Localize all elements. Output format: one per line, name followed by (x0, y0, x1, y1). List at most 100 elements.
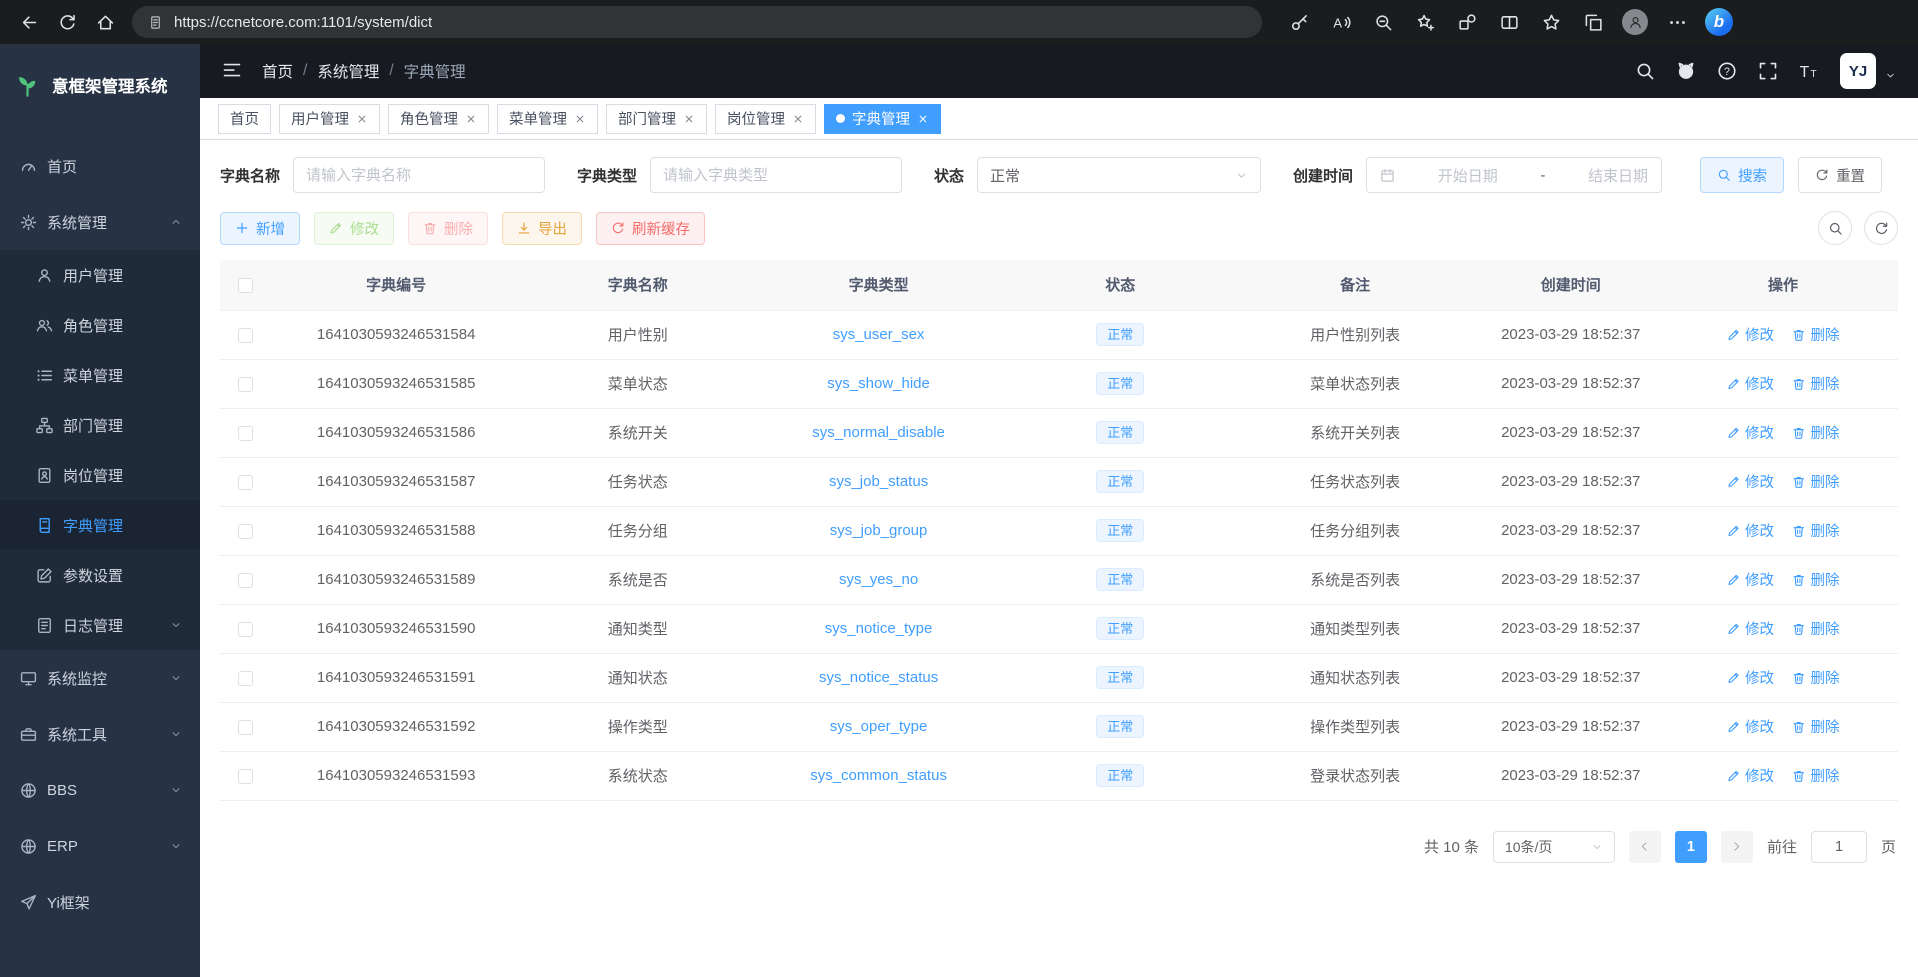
browser-home-button[interactable] (86, 4, 124, 40)
tab[interactable]: 部门管理 (606, 104, 707, 134)
row-edit-button[interactable]: 修改 (1727, 520, 1775, 541)
dict-type-link[interactable]: sys_oper_type (830, 718, 928, 735)
row-edit-button[interactable]: 修改 (1727, 373, 1775, 394)
tab[interactable]: 用户管理 (279, 104, 380, 134)
sidebar-item[interactable]: Yi框架 (0, 874, 200, 930)
dict-type-link[interactable]: sys_job_status (829, 473, 928, 490)
dict-type-link[interactable]: sys_yes_no (839, 571, 918, 588)
row-edit-button[interactable]: 修改 (1727, 324, 1775, 345)
search-button[interactable]: 搜索 (1700, 157, 1784, 193)
reset-button[interactable]: 重置 (1798, 157, 1882, 193)
toggle-search-button[interactable] (1818, 211, 1852, 245)
copilot-button[interactable]: b (1702, 4, 1736, 40)
sidebar-item[interactable]: 角色管理 (0, 300, 200, 350)
sidebar-item[interactable]: 日志管理 (0, 600, 200, 650)
sidebar-item[interactable]: 岗位管理 (0, 450, 200, 500)
read-aloud-button[interactable]: A (1324, 4, 1358, 40)
row-edit-button[interactable]: 修改 (1727, 765, 1775, 786)
checkbox[interactable] (238, 573, 253, 588)
sidebar-item[interactable]: 参数设置 (0, 550, 200, 600)
toolbar-edit-button[interactable]: 修改 (314, 212, 394, 245)
next-page-button[interactable] (1721, 831, 1753, 863)
row-delete-button[interactable]: 删除 (1792, 373, 1840, 394)
close-icon[interactable] (465, 113, 477, 125)
sidebar-item[interactable]: 首页 (0, 138, 200, 194)
browser-back-button[interactable] (10, 4, 48, 40)
row-delete-button[interactable]: 删除 (1792, 422, 1840, 443)
close-icon[interactable] (356, 113, 368, 125)
row-edit-button[interactable]: 修改 (1727, 471, 1775, 492)
row-edit-button[interactable]: 修改 (1727, 569, 1775, 590)
row-delete-button[interactable]: 删除 (1792, 324, 1840, 345)
browser-refresh-button[interactable] (48, 4, 86, 40)
close-icon[interactable] (574, 113, 586, 125)
toolbar-delete-button[interactable]: 删除 (408, 212, 488, 245)
close-icon[interactable] (683, 113, 695, 125)
status-select[interactable]: 正常 (977, 157, 1261, 193)
close-icon[interactable] (792, 113, 804, 125)
tab[interactable]: 角色管理 (388, 104, 489, 134)
collections-button[interactable] (1576, 4, 1610, 40)
toolbar-export-button[interactable]: 导出 (502, 212, 582, 245)
app-logo[interactable]: 意框架管理系统 (0, 44, 200, 126)
sidebar-item[interactable]: 系统监控 (0, 650, 200, 706)
tab[interactable]: 首页 (218, 104, 271, 134)
header-search-button[interactable] (1635, 61, 1655, 81)
tab[interactable]: 字典管理 (824, 104, 941, 134)
breadcrumb-item[interactable]: 字典管理 (404, 60, 466, 82)
checkbox[interactable] (238, 622, 253, 637)
date-range-picker[interactable]: 开始日期 - 结束日期 (1366, 157, 1662, 193)
zoom-button[interactable] (1366, 4, 1400, 40)
row-edit-button[interactable]: 修改 (1727, 716, 1775, 737)
font-size-button[interactable]: TT (1799, 61, 1819, 81)
checkbox[interactable] (238, 671, 253, 686)
more-menu-button[interactable] (1660, 4, 1694, 40)
tab[interactable]: 菜单管理 (497, 104, 598, 134)
dict-type-link[interactable]: sys_normal_disable (812, 424, 945, 441)
sidebar-item[interactable]: 部门管理 (0, 400, 200, 450)
help-button[interactable]: ? (1717, 61, 1737, 81)
prev-page-button[interactable] (1629, 831, 1661, 863)
page-1-button[interactable]: 1 (1675, 831, 1707, 863)
row-delete-button[interactable]: 删除 (1792, 520, 1840, 541)
checkbox[interactable] (238, 328, 253, 343)
user-avatar[interactable]: YJ (1840, 53, 1876, 89)
sidebar-item[interactable]: 系统管理 (0, 194, 200, 250)
favorites-button[interactable] (1534, 4, 1568, 40)
sidebar-item[interactable]: 菜单管理 (0, 350, 200, 400)
row-edit-button[interactable]: 修改 (1727, 422, 1775, 443)
menu-fold-button[interactable] (222, 60, 242, 83)
checkbox[interactable] (238, 475, 253, 490)
profile-button[interactable] (1618, 4, 1652, 40)
dict-type-link[interactable]: sys_user_sex (833, 326, 925, 343)
page-size-select[interactable]: 10条/页 (1493, 831, 1615, 863)
dict-type-link[interactable]: sys_common_status (810, 767, 947, 784)
dict-name-input[interactable] (293, 157, 545, 193)
checkbox[interactable] (238, 720, 253, 735)
row-edit-button[interactable]: 修改 (1727, 618, 1775, 639)
row-edit-button[interactable]: 修改 (1727, 667, 1775, 688)
sidebar-item[interactable]: ERP (0, 818, 200, 874)
checkbox[interactable] (238, 377, 253, 392)
add-favorite-button[interactable] (1408, 4, 1442, 40)
row-delete-button[interactable]: 删除 (1792, 716, 1840, 737)
address-bar[interactable]: https://ccnetcore.com:1101/system/dict (132, 6, 1262, 38)
row-delete-button[interactable]: 删除 (1792, 667, 1840, 688)
checkbox[interactable] (238, 769, 253, 784)
split-screen-button[interactable] (1492, 4, 1526, 40)
toolbar-add-button[interactable]: 新增 (220, 212, 300, 245)
dict-type-link[interactable]: sys_job_group (830, 522, 928, 539)
breadcrumb-item[interactable]: 首页 (262, 60, 293, 82)
sidebar-item[interactable]: BBS (0, 762, 200, 818)
sidebar-item[interactable]: 字典管理 (0, 500, 200, 550)
dict-type-input[interactable] (650, 157, 902, 193)
sidebar-item[interactable]: 用户管理 (0, 250, 200, 300)
goto-page-input[interactable] (1811, 831, 1867, 863)
row-delete-button[interactable]: 删除 (1792, 471, 1840, 492)
extensions-button[interactable] (1450, 4, 1484, 40)
checkbox[interactable] (238, 426, 253, 441)
refresh-table-button[interactable] (1864, 211, 1898, 245)
row-delete-button[interactable]: 删除 (1792, 569, 1840, 590)
dict-type-link[interactable]: sys_notice_type (825, 620, 933, 637)
checkbox[interactable] (238, 524, 253, 539)
